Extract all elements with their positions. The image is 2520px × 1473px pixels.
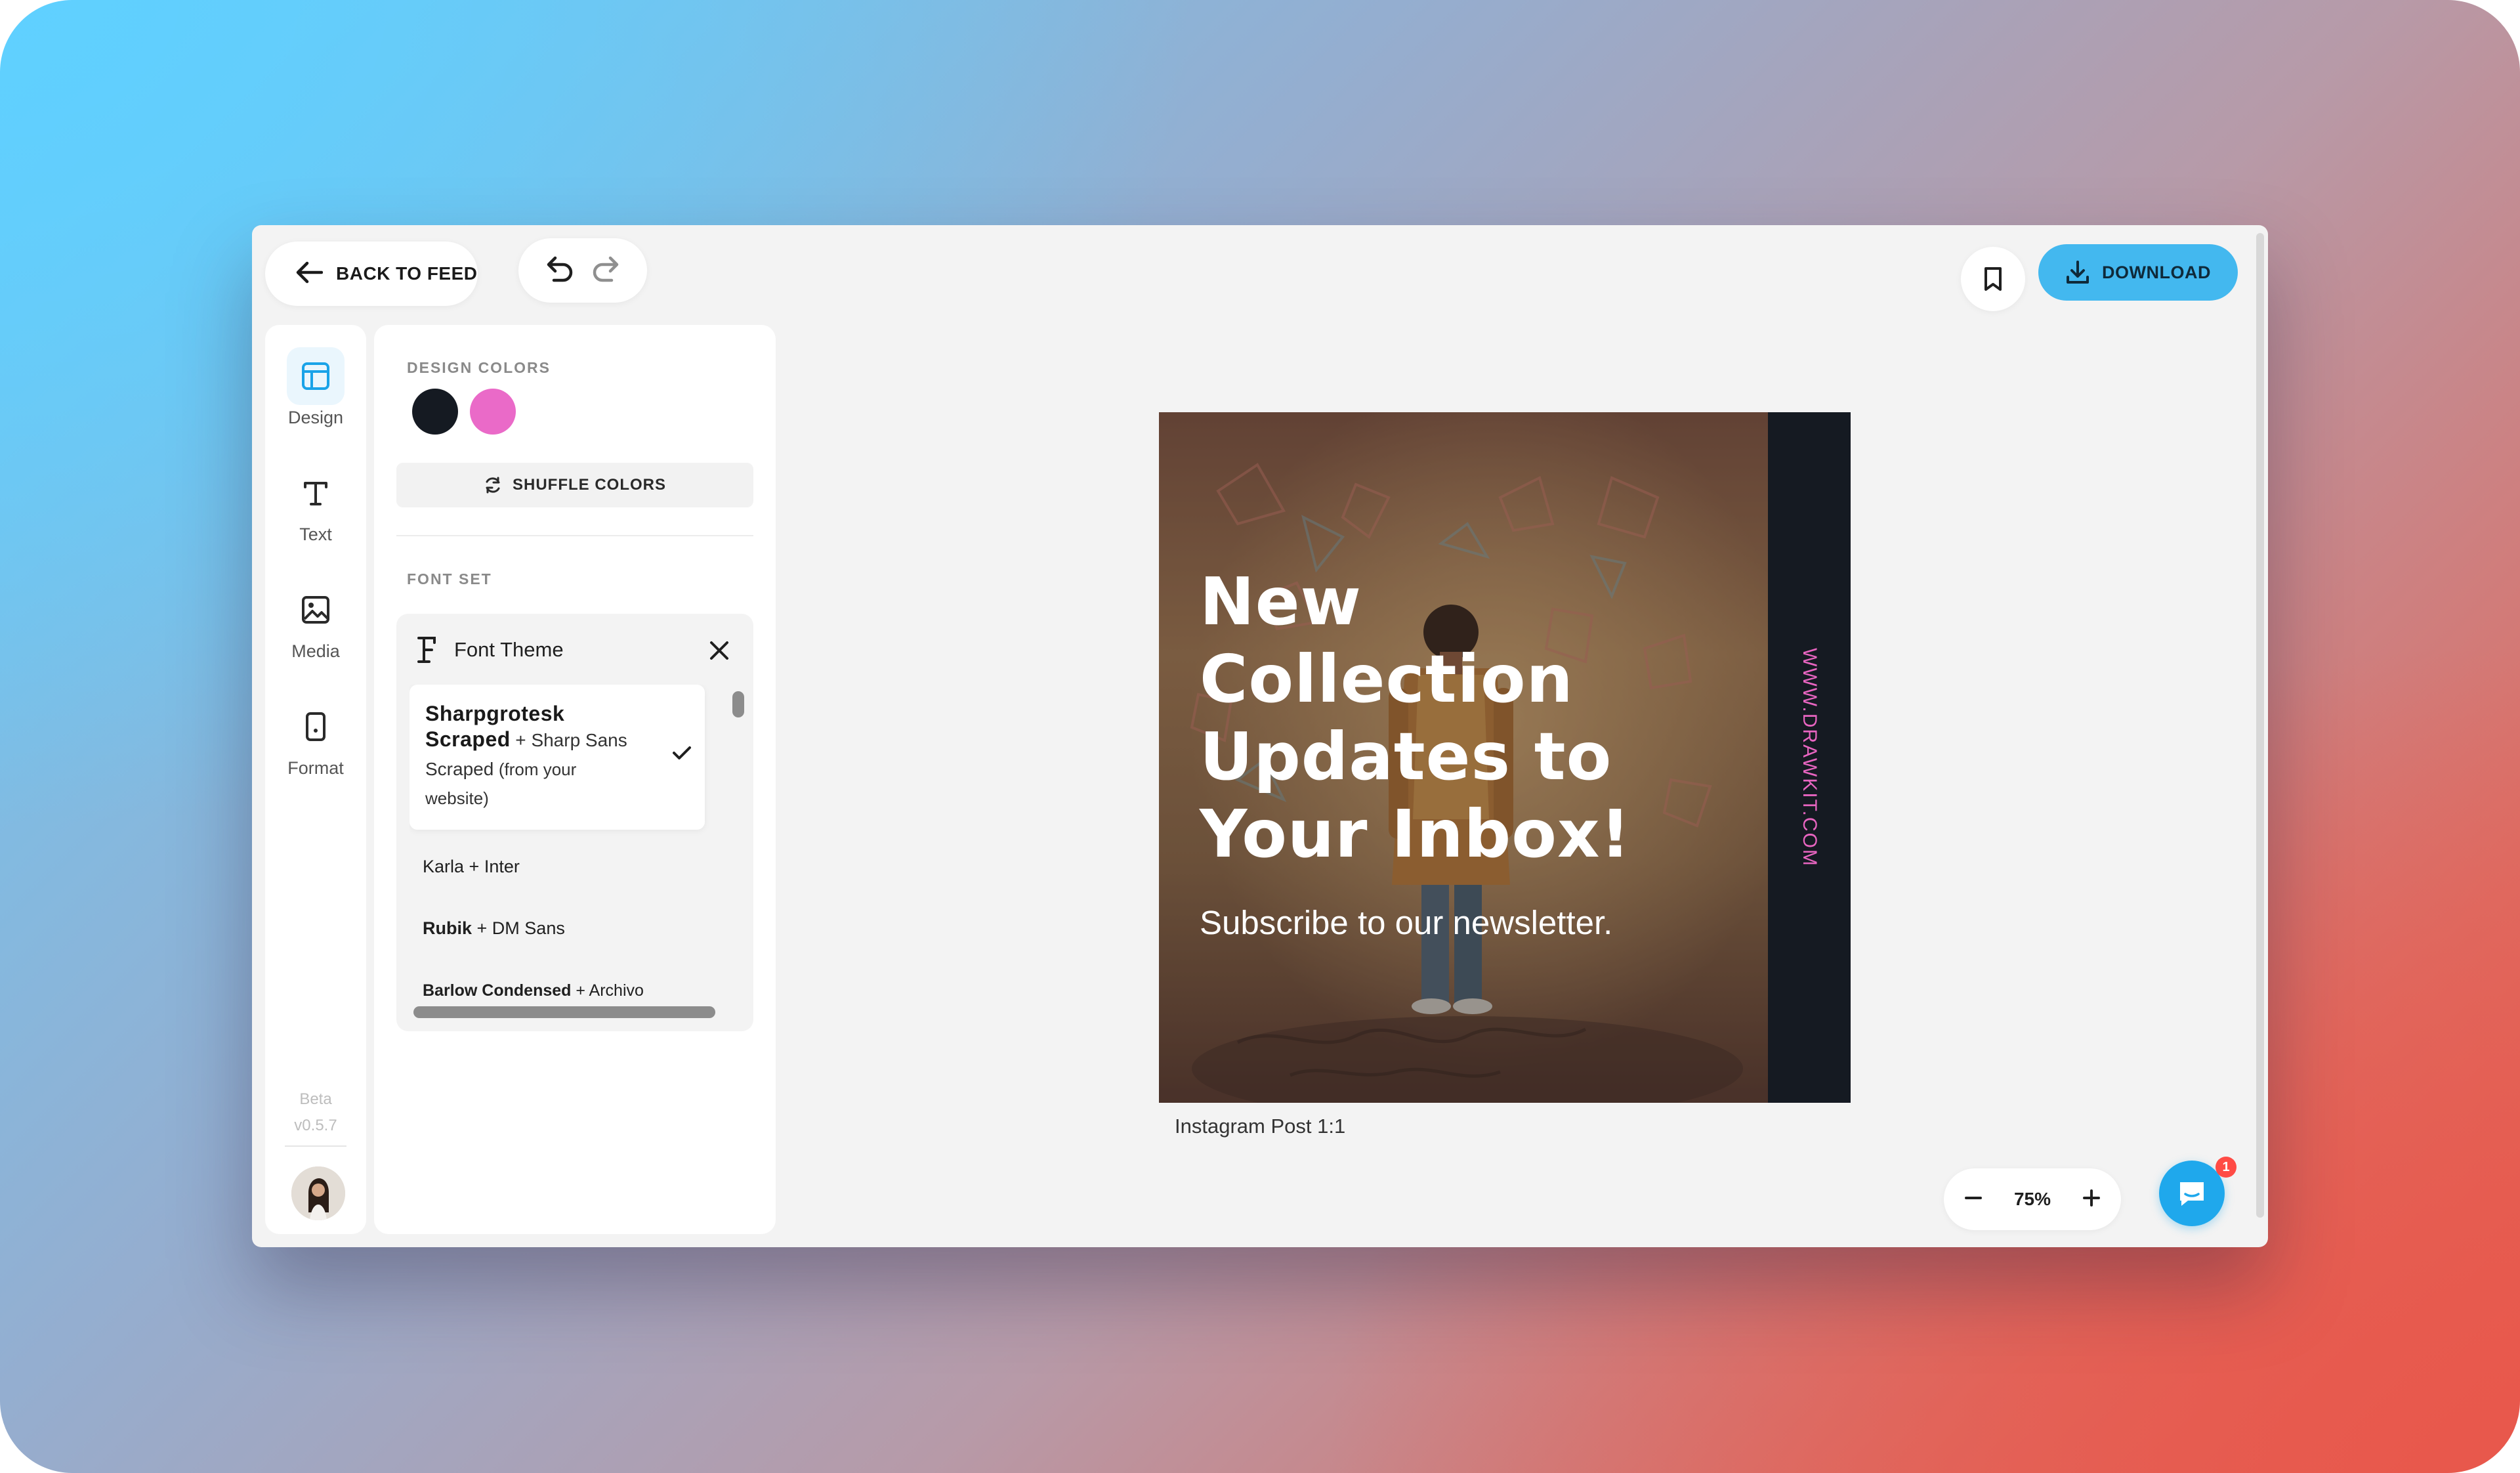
- font-option-karla[interactable]: Karla + Inter: [423, 857, 705, 877]
- window-scrollbar[interactable]: [2256, 233, 2264, 1218]
- rail-item-media[interactable]: Media: [265, 581, 366, 662]
- rail-divider: [285, 1145, 346, 1147]
- redo-icon: [593, 256, 619, 282]
- instagram-post-canvas[interactable]: WWW.DRAWKIT.COM New Collection Updates t…: [1159, 412, 1851, 1103]
- minus-icon: [1965, 1196, 1982, 1199]
- font-option-secondary: DM Sans: [492, 918, 565, 938]
- back-to-feed-label: BACK TO FEED: [336, 263, 478, 284]
- font-option-barlow[interactable]: Barlow Condensed + Archivo: [423, 981, 705, 1000]
- color-swatch-dark[interactable]: [412, 389, 458, 435]
- check-icon: [673, 746, 691, 759]
- rail-item-text[interactable]: Text: [265, 464, 366, 545]
- canvas-format-caption: Instagram Post 1:1: [1175, 1115, 1346, 1138]
- device-icon: [287, 698, 345, 756]
- zoom-out-button[interactable]: [1964, 1188, 1983, 1211]
- font-option-secondary: Archivo: [589, 981, 644, 1000]
- layout-icon: [287, 347, 345, 405]
- chat-button[interactable]: [2159, 1161, 2225, 1226]
- notification-badge: 1: [2216, 1157, 2236, 1178]
- shuffle-colors-label: SHUFFLE COLORS: [513, 476, 666, 494]
- rail-item-label: Media: [291, 641, 340, 661]
- undo-icon: [547, 256, 573, 282]
- font-option-secondary: Inter: [484, 857, 520, 876]
- tool-rail: Design Text Media Format Beta v0.5.7: [265, 325, 366, 1234]
- font-option-sharpgrotesk[interactable]: Sharpgrotesk Scraped + Sharp Sans Scrape…: [410, 685, 705, 830]
- plus-icon: [2082, 1189, 2100, 1206]
- redo-button[interactable]: [591, 255, 620, 286]
- zoom-controls: 75%: [1944, 1168, 2121, 1230]
- font-option-primary: Karla: [423, 857, 465, 876]
- beta-label: Beta: [299, 1090, 332, 1108]
- history-controls: [518, 238, 647, 303]
- version-info: Beta v0.5.7: [265, 1086, 366, 1139]
- zoom-level: 75%: [2013, 1189, 2051, 1209]
- avatar[interactable]: [291, 1166, 345, 1220]
- undo-button[interactable]: [546, 255, 575, 286]
- panel-divider: [396, 535, 753, 536]
- design-panel: DESIGN COLORS SHUFFLE COLORS FONT SET Fo…: [374, 325, 776, 1234]
- close-icon: [710, 641, 728, 660]
- font-theme-header[interactable]: Font Theme: [396, 614, 753, 686]
- post-subtitle[interactable]: Subscribe to our newsletter.: [1200, 903, 1612, 942]
- font-theme-title: Font Theme: [454, 638, 564, 661]
- bookmark-icon: [1984, 267, 2002, 291]
- bookmark-button[interactable]: [1961, 247, 2025, 311]
- download-icon: [2067, 261, 2089, 284]
- font-set-label: FONT SET: [407, 570, 492, 587]
- design-colors-label: DESIGN COLORS: [407, 359, 551, 376]
- text-icon: [287, 464, 345, 522]
- arrow-left-icon: [295, 261, 324, 287]
- shuffle-colors-button[interactable]: SHUFFLE COLORS: [396, 463, 753, 507]
- download-label: DOWNLOAD: [2102, 262, 2211, 282]
- rail-item-format[interactable]: Format: [265, 698, 366, 779]
- font-icon: [417, 637, 436, 663]
- font-option-primary: Rubik: [423, 918, 472, 938]
- rail-item-label: Design: [287, 408, 344, 427]
- rail-item-label: Text: [299, 524, 332, 544]
- version-label: v0.5.7: [294, 1117, 337, 1134]
- editor-window: BACK TO FEED DOWNLOAD Design Text Media …: [252, 225, 2268, 1247]
- rail-item-design[interactable]: Design: [265, 347, 366, 428]
- chat-icon: [2180, 1182, 2204, 1206]
- font-option-list: Sharpgrotesk Scraped + Sharp Sans Scrape…: [410, 685, 728, 1013]
- font-theme-dropdown: Font Theme Sharpgrotesk Scraped + Sharp …: [396, 614, 753, 1031]
- post-headline[interactable]: New Collection Updates to Your Inbox!: [1200, 563, 1725, 873]
- zoom-in-button[interactable]: [2082, 1188, 2101, 1211]
- close-button[interactable]: [709, 640, 730, 664]
- refresh-icon: [486, 477, 500, 494]
- image-icon: [287, 581, 345, 639]
- font-option-rubik[interactable]: Rubik + DM Sans: [423, 918, 705, 939]
- color-swatch-pink[interactable]: [470, 389, 516, 435]
- vertical-scrollbar[interactable]: [732, 691, 744, 717]
- rail-item-label: Format: [287, 758, 344, 778]
- back-to-feed-button[interactable]: BACK TO FEED: [265, 242, 478, 306]
- post-url-text: WWW.DRAWKIT.COM: [1799, 648, 1820, 867]
- horizontal-scrollbar[interactable]: [413, 1006, 715, 1018]
- download-button[interactable]: DOWNLOAD: [2038, 244, 2238, 301]
- font-option-primary: Barlow Condensed: [423, 981, 572, 1000]
